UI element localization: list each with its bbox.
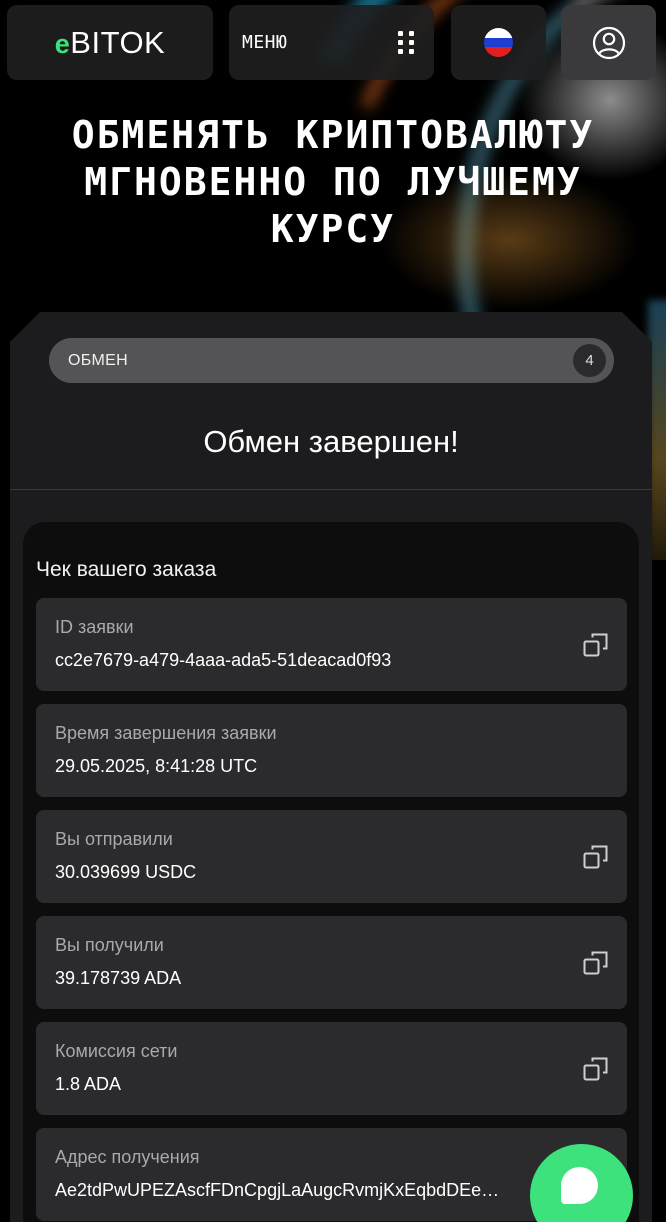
user-circle-icon [592,26,625,59]
order-receipt: Чек вашего заказа ID заявки cc2e7679-a47… [23,522,639,1222]
menu-label: МЕНЮ [242,32,288,53]
status-title: Обмен завершен! [203,424,459,459]
receipt-row-received: Вы получили 39.178739 ADA [36,916,627,1009]
exchange-panel: ОБМЕН 4 Обмен завершен! Чек вашего заказ… [10,312,652,1222]
row-value: 29.05.2025, 8:41:28 UTC [55,756,258,776]
copy-icon[interactable] [583,632,609,658]
step-badge: 4 [573,344,606,377]
receipt-row-network-fee: Комиссия сети 1.8 ADA [36,1022,627,1115]
receipt-title: Чек вашего заказа [36,558,217,581]
copy-icon[interactable] [583,950,609,976]
grid-dots-icon [398,31,414,54]
row-label: Вы получили [55,935,164,955]
receipt-row-order-id: ID заявки cc2e7679-a479-4aaa-ada5-51deac… [36,598,627,691]
row-value: cc2e7679-a479-4aaa-ada5-51deacad0f93 [55,650,392,670]
copy-icon[interactable] [583,1056,609,1082]
row-label: Адрес получения [55,1147,200,1167]
copy-icon[interactable] [583,844,609,870]
row-value: 39.178739 ADA [55,968,182,988]
chat-bubble-icon [561,1167,598,1204]
row-label: Время завершения заявки [55,723,277,743]
receipt-row-sent: Вы отправили 30.039699 USDC [36,810,627,903]
row-value: 1.8 ADA [55,1074,122,1094]
profile-button[interactable] [561,5,656,80]
row-value: 30.039699 USDC [55,862,197,882]
row-label: Комиссия сети [55,1041,178,1061]
logo-link[interactable]: eBITOK [7,5,213,80]
exchange-tab-label: ОБМЕН [68,351,128,369]
row-label: Вы отправили [55,829,173,849]
russia-flag-icon [484,28,513,57]
row-value: Ae2tdPwUPEZAscfFDnCpgjLaAugcRvmjKxEqbdDE… [55,1180,500,1200]
logo: eBITOK [54,24,166,60]
divider [10,489,652,490]
hero-title: ОБМЕНЯТЬ КРИПТОВАЛЮТУ МГНОВЕННО ПО ЛУЧШЕ… [71,113,595,251]
exchange-tab[interactable]: ОБМЕН 4 [49,338,614,383]
language-button[interactable] [451,5,546,80]
receipt-row-completion-time: Время завершения заявки 29.05.2025, 8:41… [36,704,627,797]
header: eBITOK МЕНЮ [0,0,666,90]
menu-button[interactable]: МЕНЮ [229,5,434,80]
row-label: ID заявки [55,617,134,637]
